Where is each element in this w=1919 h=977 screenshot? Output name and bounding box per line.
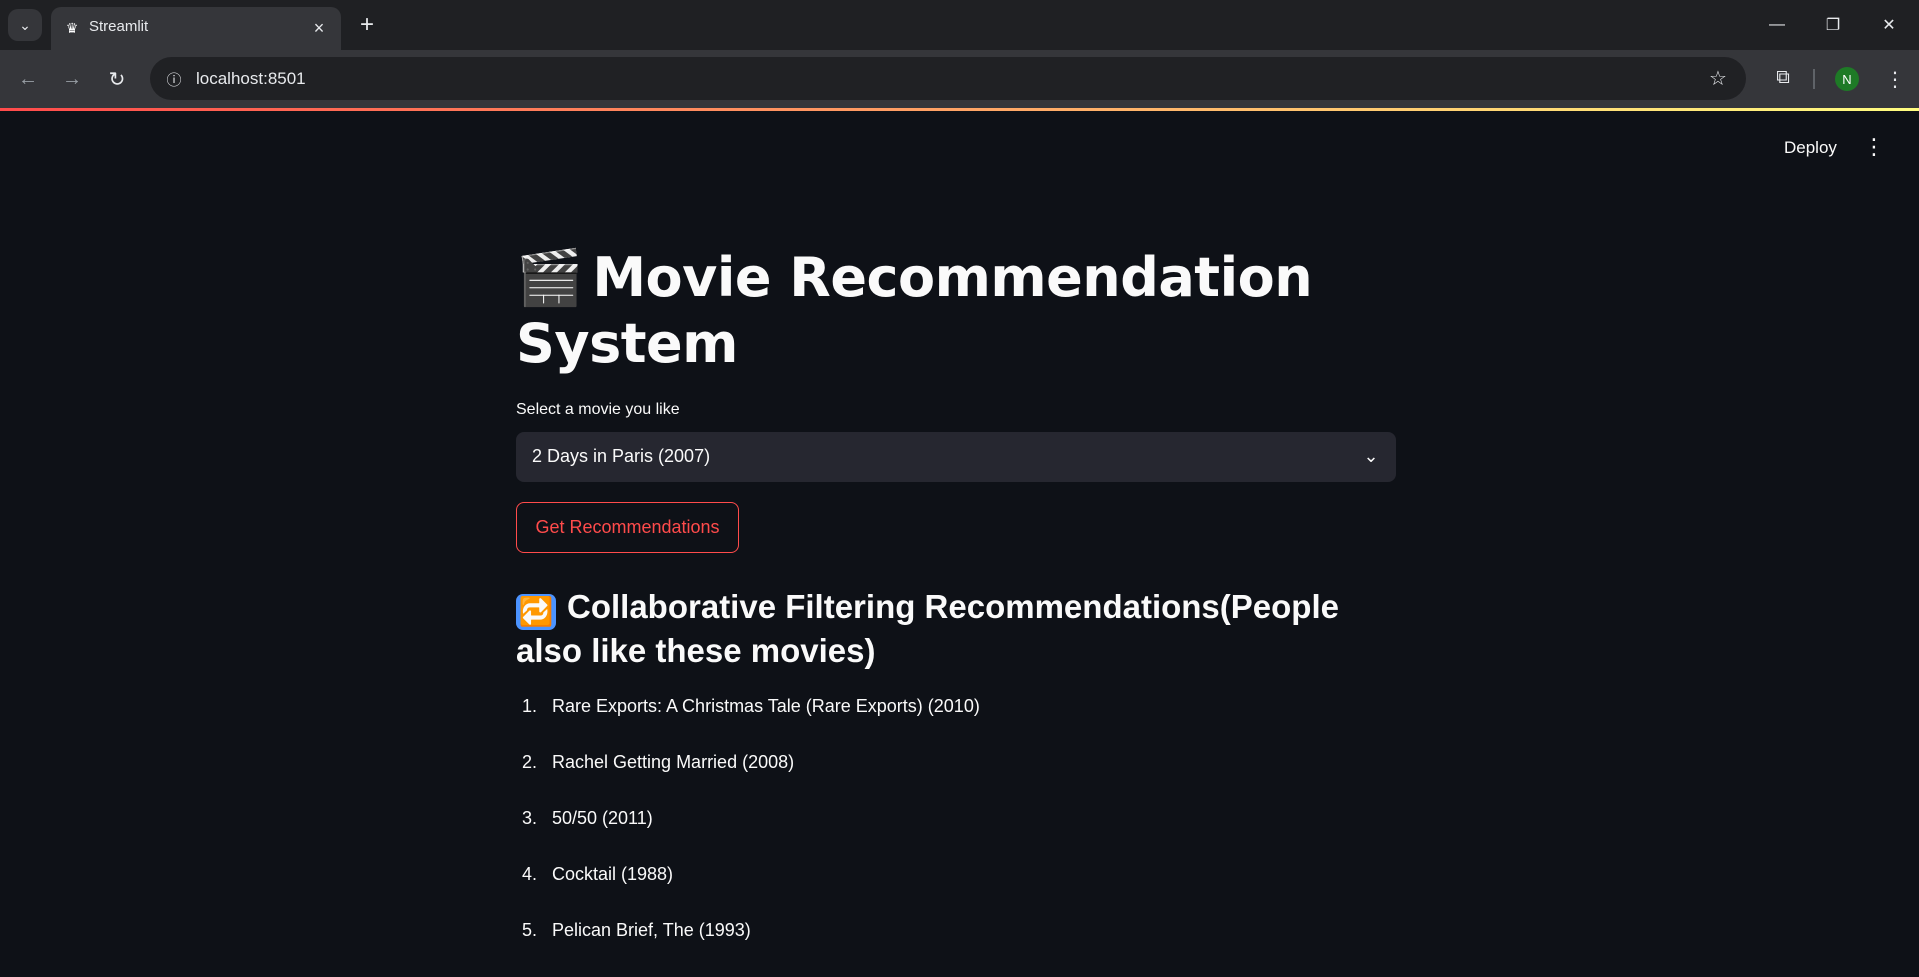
tab-bar: ⌄ ♛ Streamlit × + — ❐ ✕	[0, 0, 1919, 50]
arrow-right-icon: →	[62, 67, 82, 90]
movie-title: Rare Exports: A Christmas Tale (Rare Exp…	[552, 696, 980, 716]
browser-menu-icon[interactable]: ⋮	[1880, 63, 1910, 95]
info-icon[interactable]: ⓘ	[162, 67, 186, 91]
streamlit-crown-icon: ♛	[65, 19, 79, 36]
repeat-icon: 🔁	[516, 594, 556, 630]
movie-selectbox[interactable]: 2 Days in Paris (2007) ⌄	[516, 432, 1396, 482]
toolbar-separator	[1813, 69, 1815, 89]
list-item: 5. Pelican Brief, The (1993)	[516, 920, 1396, 976]
tab-title: Streamlit	[89, 18, 149, 35]
item-number: 1.	[522, 696, 538, 716]
recommendation-list: 1. Rare Exports: A Christmas Tale (Rare E…	[516, 696, 1396, 976]
forward-button[interactable]: →	[56, 63, 88, 95]
deploy-button[interactable]: Deploy	[1772, 134, 1849, 162]
list-item: 1. Rare Exports: A Christmas Tale (Rare E…	[516, 696, 1396, 752]
get-recommendations-button[interactable]: Get Recommendations	[516, 502, 739, 553]
browser-chrome: ⌄ ♛ Streamlit × + — ❐ ✕ ← → ↻ ⓘ localhos…	[0, 0, 1919, 108]
item-number: 3.	[522, 808, 538, 828]
movie-title: Rachel Getting Married (2008)	[552, 752, 795, 772]
kebab-menu-icon[interactable]: ⋮	[1862, 133, 1886, 161]
item-number: 5.	[522, 920, 538, 940]
new-tab-button[interactable]: +	[352, 10, 382, 40]
recommendations-heading: 🔁 Collaborative Filtering Recommendations…	[516, 586, 1396, 672]
address-bar[interactable]: ⓘ localhost:8501 ☆	[150, 57, 1746, 100]
browser-toolbar: ← → ↻ ⓘ localhost:8501 ☆ ⧉ N ⋮	[0, 50, 1919, 108]
movie-title: Cocktail (1988)	[552, 864, 674, 884]
recommendations-heading-text: Collaborative Filtering Recommendations(…	[516, 588, 1339, 669]
item-number: 4.	[522, 864, 538, 884]
reload-icon: ↻	[108, 68, 126, 91]
movie-select-label: Select a movie you like	[516, 401, 680, 418]
reload-button[interactable]: ↻	[101, 63, 133, 95]
list-item: 3. 50/50 (2011)	[516, 808, 1396, 864]
movie-title: Pelican Brief, The (1993)	[552, 920, 751, 940]
close-window-icon[interactable]: ✕	[1872, 10, 1906, 40]
chevron-down-icon: ⌄	[19, 16, 31, 33]
url-text: localhost:8501	[196, 69, 306, 88]
tab-close-icon[interactable]: ×	[307, 16, 331, 40]
star-icon[interactable]: ☆	[1706, 66, 1730, 90]
page-title: 🎬 Movie Recommendation System	[516, 245, 1396, 377]
movie-title: 50/50 (2011)	[552, 808, 653, 828]
back-button[interactable]: ←	[12, 63, 44, 95]
tab-list-button[interactable]: ⌄	[8, 9, 42, 41]
list-item: 2. Rachel Getting Married (2008)	[516, 752, 1396, 808]
list-item: 4. Cocktail (1988)	[516, 864, 1396, 920]
minimize-icon[interactable]: —	[1760, 10, 1794, 40]
page-title-text: Movie Recommendation System	[516, 246, 1313, 375]
puzzle-icon[interactable]: ⧉	[1766, 61, 1800, 95]
profile-avatar[interactable]: N	[1835, 67, 1859, 91]
active-tab[interactable]: ♛ Streamlit ×	[51, 7, 341, 50]
restore-icon[interactable]: ❐	[1816, 10, 1850, 40]
selected-movie: 2 Days in Paris (2007)	[532, 446, 711, 466]
arrow-left-icon: ←	[18, 67, 38, 90]
chevron-down-icon: ⌄	[1363, 445, 1379, 466]
clapperboard-icon: 🎬	[516, 246, 583, 309]
streamlit-app: Deploy ⋮ 🎬 Movie Recommendation System S…	[0, 111, 1919, 977]
item-number: 2.	[522, 752, 538, 772]
